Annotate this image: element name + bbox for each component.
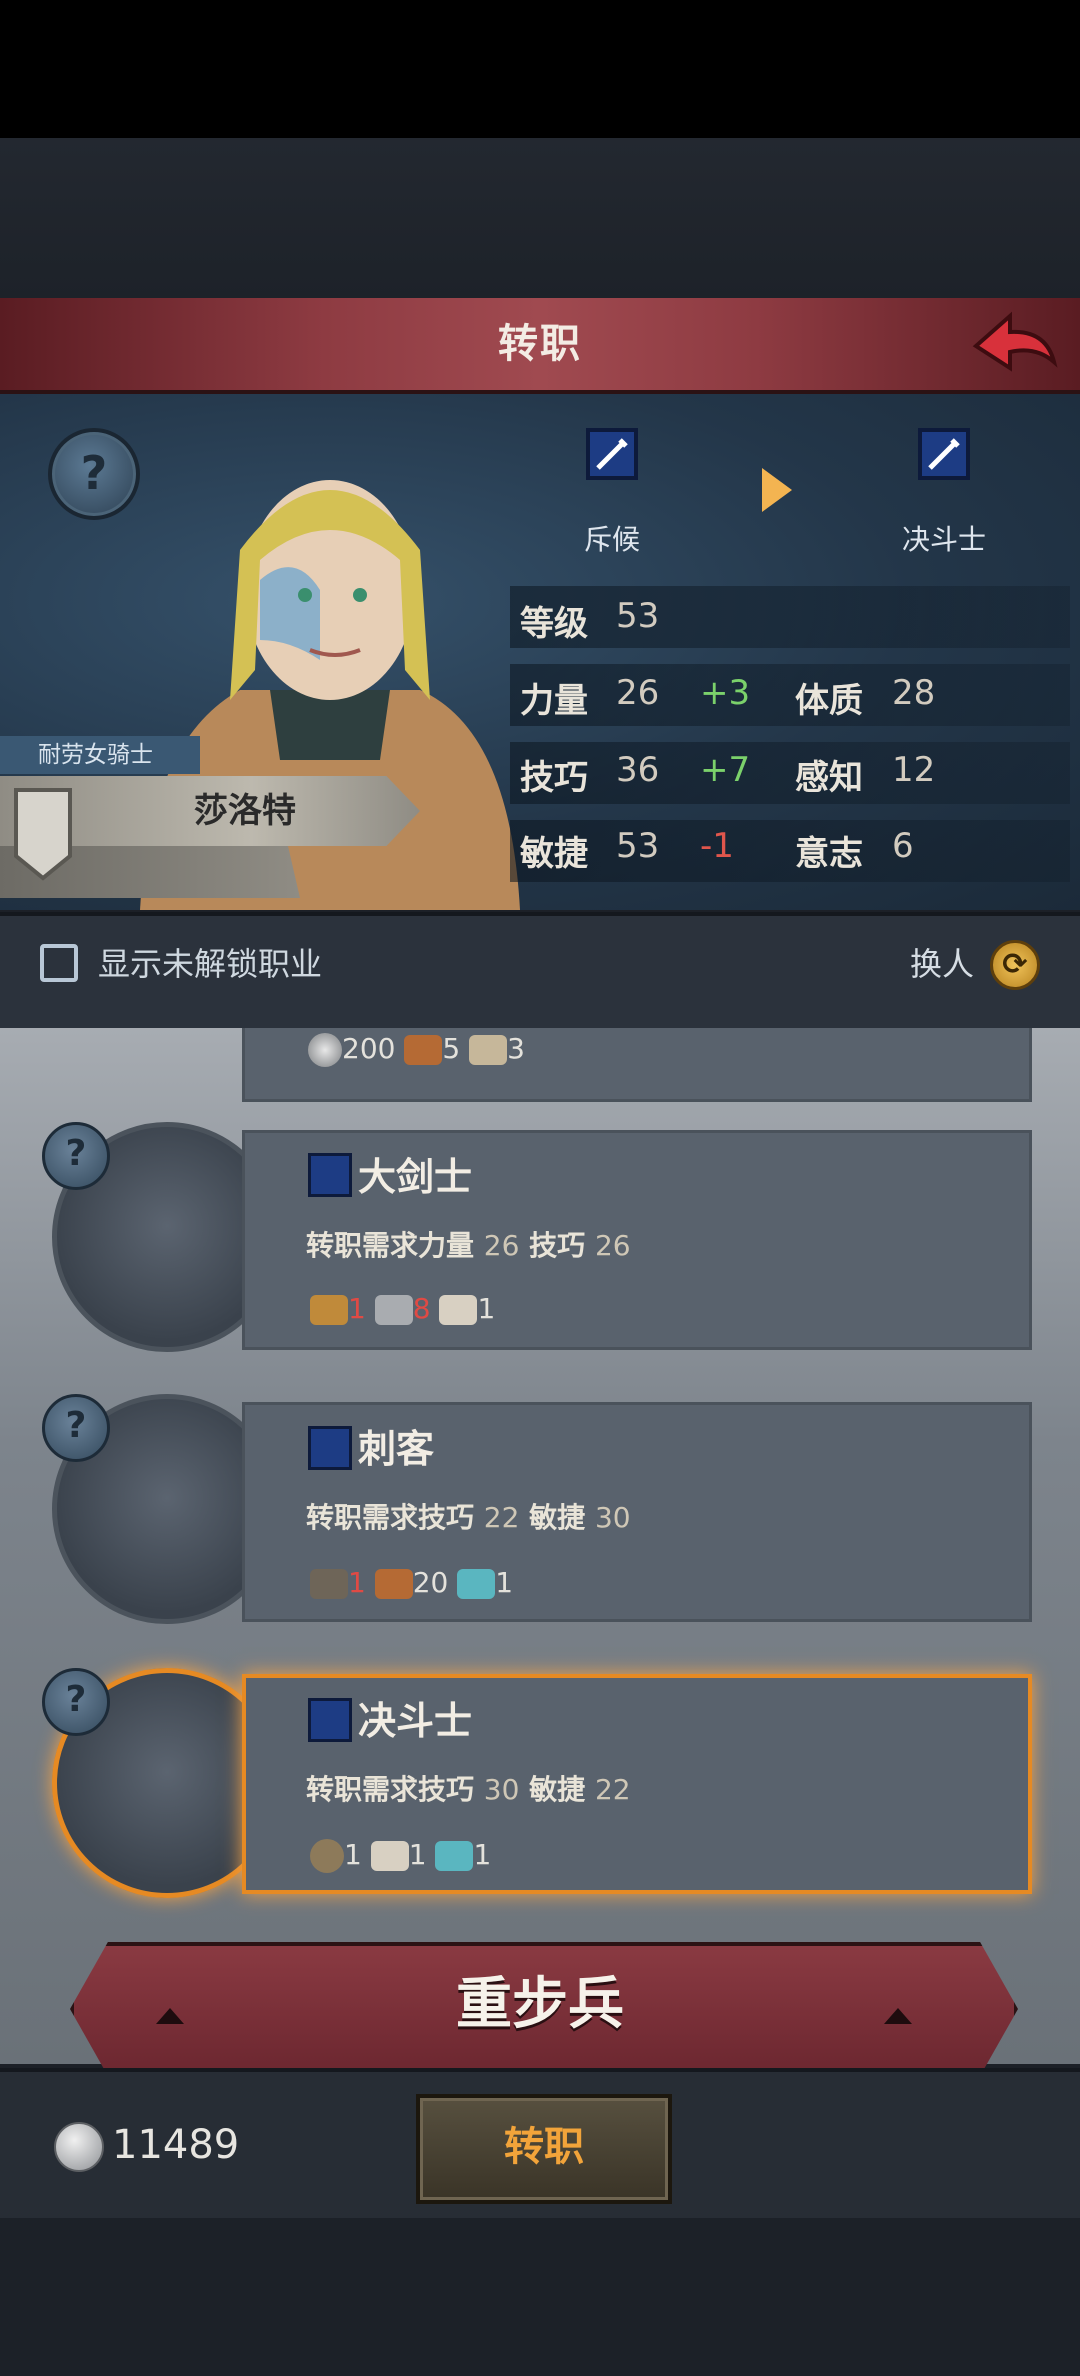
material-count: 3 [507, 1032, 525, 1065]
material-count: 1 [408, 1838, 427, 1871]
wood-icon [469, 1035, 508, 1065]
req-stat: 敏捷 [529, 1773, 586, 1806]
req-value: 22 [594, 1773, 631, 1806]
fur-icon [370, 1841, 409, 1871]
job-title: 决斗士 [358, 1699, 473, 1743]
stat-value: 6 [892, 826, 914, 866]
job-title: 大剑士 [358, 1155, 473, 1199]
sword-icon [308, 1698, 352, 1742]
stat-label: 技巧 [520, 758, 588, 798]
dagger-icon [310, 1569, 348, 1599]
page-title: 转职 [498, 321, 582, 367]
req-stat: 力量 [418, 1229, 475, 1262]
material-count: 1 [348, 1566, 366, 1599]
character-class-tag: 耐劳女骑士 [0, 736, 200, 774]
req-stat: 技巧 [418, 1501, 475, 1534]
material-count: 1 [477, 1292, 496, 1325]
stat-delta: +7 [700, 750, 751, 790]
req-prefix: 转职需求 [306, 1773, 419, 1806]
req-stat: 技巧 [529, 1229, 586, 1262]
class-banner-label: 重步兵 [456, 1972, 624, 2037]
swap-character-label[interactable]: 换人 [910, 944, 974, 984]
level-value: 53 [616, 596, 660, 636]
material-row: 1 1 1 [310, 1838, 491, 1873]
medal-icon [310, 1295, 348, 1325]
stat-delta: -1 [700, 826, 734, 866]
stat-label: 敏捷 [520, 834, 588, 874]
sword-icon [308, 1426, 352, 1470]
help-icon[interactable]: ? [42, 1122, 110, 1190]
title-bar: 转职 [0, 298, 1080, 394]
current-job-label: 斥候 [583, 523, 640, 556]
stat-label: 体质 [795, 681, 863, 721]
req-value: 26 [483, 1229, 520, 1262]
silver-coin-icon [308, 1033, 342, 1067]
stat-value: 53 [616, 826, 660, 866]
iron-bar-icon [374, 1295, 413, 1325]
stat-row-bg [510, 742, 1070, 804]
req-stat: 敏捷 [529, 1501, 586, 1534]
material-row: 1 8 1 [310, 1292, 495, 1325]
stat-label: 意志 [795, 834, 863, 874]
silver-coin-icon [54, 2122, 104, 2172]
help-icon[interactable]: ? [42, 1394, 110, 1462]
material-row: 200 5 3 [308, 1032, 525, 1067]
req-prefix: 转职需求 [306, 1501, 419, 1534]
req-value: 22 [483, 1501, 520, 1534]
fur-icon [439, 1295, 478, 1325]
material-count: 1 [348, 1292, 366, 1325]
cloth-icon [435, 1841, 474, 1871]
job-requirement: 转职需求技巧 22 敏捷 30 [306, 1496, 631, 1536]
sword-icon [308, 1153, 352, 1197]
material-count: 1 [344, 1838, 362, 1871]
material-count: 1 [495, 1566, 514, 1599]
arrow-right-icon [762, 468, 792, 512]
stat-row-bg [510, 664, 1070, 726]
job-list[interactable]: 200 5 3 ? 大剑士 转职需求力量 26 技巧 26 1 8 1 ? 刺客… [0, 1028, 1080, 2064]
stat-value: 28 [892, 673, 936, 713]
material-count: 200 [342, 1032, 396, 1065]
target-job-label: 决斗士 [901, 523, 986, 556]
material-count: 8 [412, 1292, 431, 1325]
stat-value: 26 [616, 673, 660, 713]
stat-value: 12 [892, 750, 936, 790]
leather-icon [374, 1569, 413, 1599]
ring-icon [310, 1839, 344, 1873]
job-requirement: 转职需求技巧 30 敏捷 22 [306, 1768, 631, 1808]
req-value: 30 [483, 1773, 520, 1806]
sword-icon [918, 428, 970, 480]
bottom-spacer [0, 2218, 1080, 2376]
material-count: 5 [442, 1032, 461, 1065]
character-name: 莎洛特 [194, 791, 296, 831]
show-locked-checkbox[interactable] [40, 944, 78, 982]
top-spacer [0, 138, 1080, 298]
level-label: 等级 [520, 604, 588, 644]
material-count: 20 [412, 1566, 449, 1599]
job-requirement: 转职需求力量 26 技巧 26 [306, 1224, 631, 1264]
sword-icon [586, 428, 638, 480]
stat-delta: +3 [700, 673, 751, 713]
stat-row-bg [510, 820, 1070, 882]
req-stat: 技巧 [418, 1773, 475, 1806]
swap-icon[interactable]: ⟳ [990, 940, 1040, 990]
stat-value: 36 [616, 750, 660, 790]
leather-icon [404, 1035, 443, 1065]
material-row: 1 20 1 [310, 1566, 513, 1599]
req-value: 26 [594, 1229, 631, 1262]
back-arrow-icon[interactable] [966, 306, 1062, 382]
help-icon[interactable]: ? [42, 1668, 110, 1736]
confirm-job-change-button[interactable]: 转职 [416, 2094, 672, 2204]
stat-label: 力量 [520, 681, 588, 721]
material-count: 1 [473, 1838, 492, 1871]
stat-label: 感知 [795, 758, 863, 798]
shield-icon [14, 788, 72, 881]
show-locked-label[interactable]: 显示未解锁职业 [98, 944, 322, 984]
req-value: 30 [594, 1501, 631, 1534]
status-bar-area [0, 0, 1080, 138]
silver-amount: 11489 [112, 2122, 240, 2168]
job-title: 刺客 [358, 1427, 435, 1471]
cloth-icon [457, 1569, 496, 1599]
req-prefix: 转职需求 [306, 1229, 419, 1262]
stat-row-bg [510, 586, 1070, 648]
